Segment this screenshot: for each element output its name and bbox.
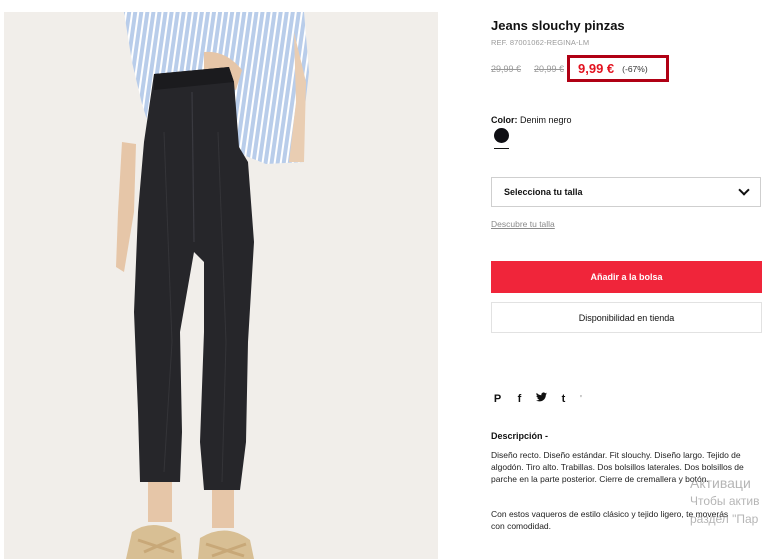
pinterest-icon[interactable]: P — [491, 393, 504, 405]
store-availability-button[interactable]: Disponibilidad en tienda — [491, 302, 762, 333]
size-select[interactable]: Selecciona tu talla — [491, 177, 761, 207]
product-title: Jeans slouchy pinzas — [491, 18, 625, 33]
color-value: Denim negro — [520, 115, 572, 125]
discount-badge: (-67%) — [622, 63, 648, 74]
sale-price-highlight: 9,99 € (-67%) — [567, 55, 669, 82]
selected-swatch-indicator — [494, 148, 509, 149]
add-to-bag-button[interactable]: Añadir a la bolsa — [491, 261, 762, 293]
os-activation-watermark: Активаци Чтобы актив раздел "Пар — [690, 474, 773, 528]
watermark-line-3: раздел "Пар — [690, 512, 759, 526]
watermark-line-1: Активаци — [690, 475, 751, 491]
product-page: Jeans slouchy pinzas REF. 87001062-REGIN… — [0, 0, 773, 559]
facebook-icon[interactable]: f — [513, 393, 526, 405]
color-label-key: Color: — [491, 115, 518, 125]
watermark-line-2: Чтобы актив — [690, 494, 760, 508]
original-price: 29,99 € — [491, 64, 522, 74]
size-guide-link[interactable]: Descubre tu talla — [491, 219, 555, 229]
color-swatch-denim-negro[interactable] — [494, 128, 509, 143]
description-toggle[interactable]: Descripción - — [491, 431, 548, 441]
product-ref: REF. 87001062-REGINA-LM — [491, 38, 590, 47]
size-select-label: Selecciona tu talla — [504, 187, 583, 197]
color-label: Color: Denim negro — [491, 115, 572, 125]
twitter-icon[interactable] — [535, 392, 548, 405]
share-more-icon[interactable]: ' — [579, 394, 583, 403]
chevron-down-icon — [738, 184, 750, 196]
share-bar: P f t ' — [491, 392, 583, 405]
product-image[interactable] — [4, 12, 438, 559]
tumblr-icon[interactable]: t — [557, 393, 570, 405]
previous-price: 20,99 € — [534, 64, 565, 74]
sale-price: 9,99 € — [578, 61, 615, 76]
